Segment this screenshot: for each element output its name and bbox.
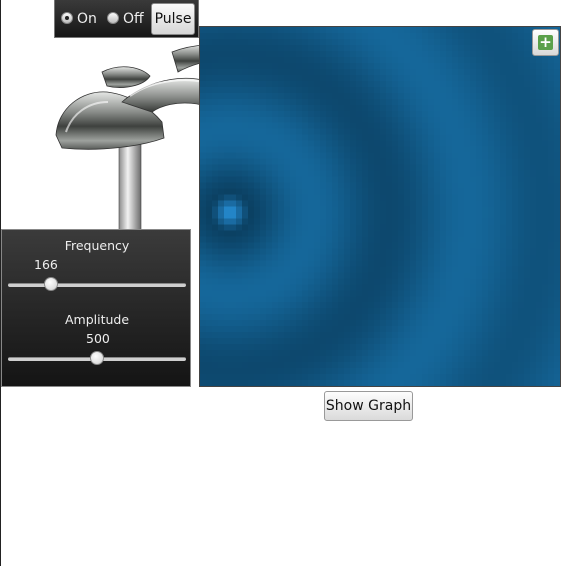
zoom-in-button[interactable]: + — [532, 29, 559, 56]
wave-canvas — [200, 27, 560, 386]
radio-off[interactable] — [107, 12, 119, 24]
frequency-slider-thumb[interactable] — [44, 277, 59, 291]
frequency-track[interactable] — [8, 283, 186, 287]
radio-off-label[interactable]: Off — [123, 11, 144, 27]
amplitude-label: Amplitude — [64, 312, 130, 327]
wave-area[interactable] — [199, 26, 561, 387]
slider-panel: Frequency 166 Amplitude 500 — [1, 229, 191, 387]
mode-panel: On Off Pulse — [54, 0, 199, 38]
radio-on[interactable] — [61, 12, 73, 24]
amplitude-value: 500 — [86, 331, 110, 346]
frequency-value: 166 — [34, 257, 58, 272]
amplitude-slider-thumb[interactable] — [90, 351, 104, 365]
pulse-button[interactable]: Pulse — [151, 3, 195, 35]
plus-icon: + — [538, 33, 553, 51]
frequency-label: Frequency — [64, 238, 130, 253]
radio-on-label[interactable]: On — [77, 11, 97, 27]
show-graph-button[interactable]: Show Graph — [324, 391, 413, 421]
